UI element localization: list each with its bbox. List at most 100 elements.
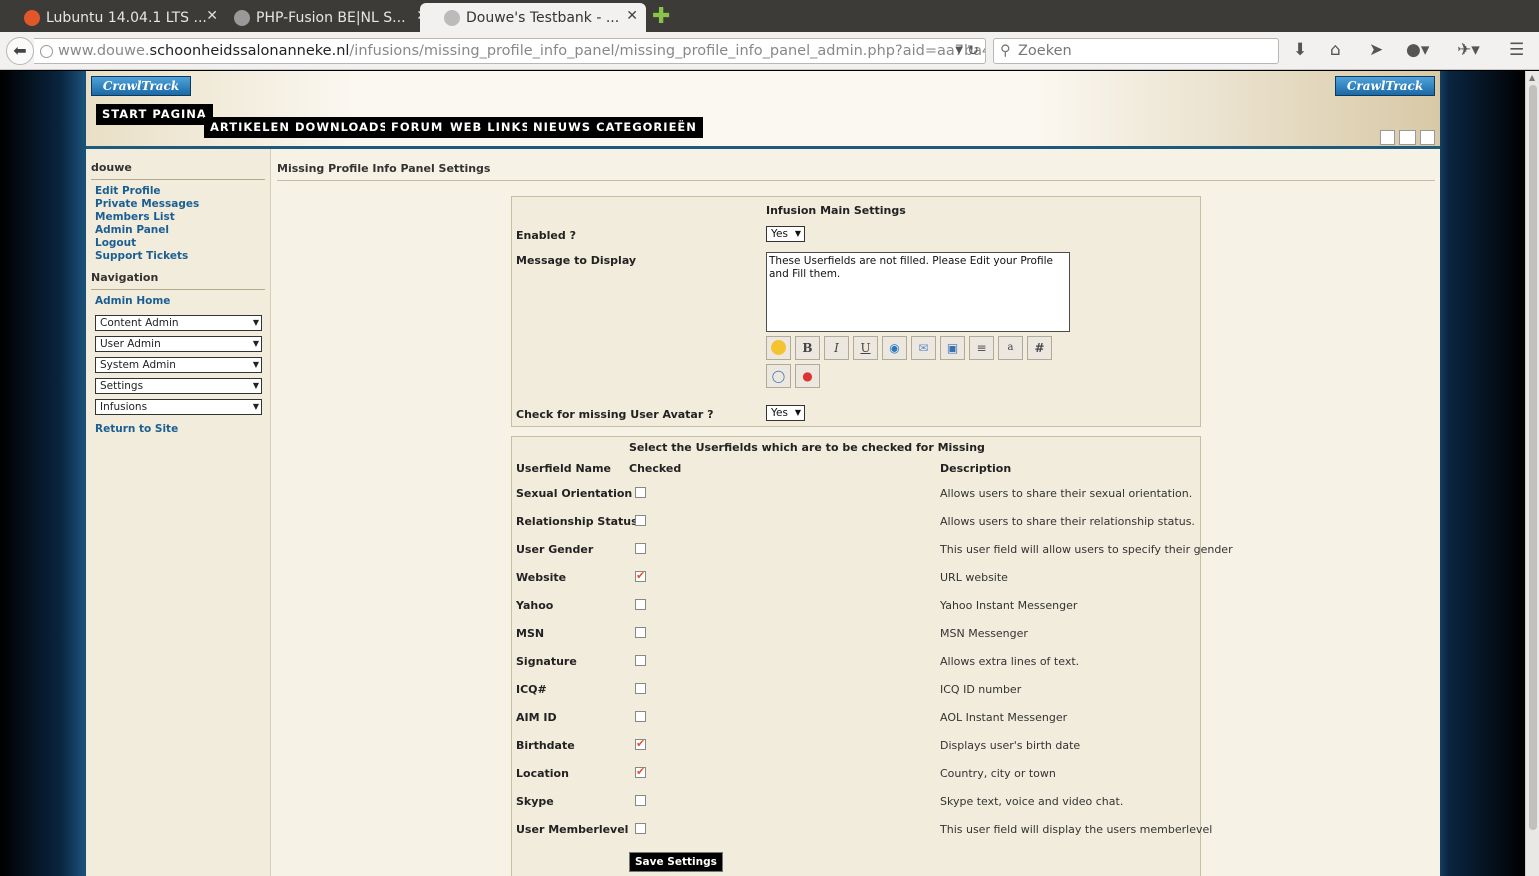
userfield-checkbox[interactable] bbox=[635, 655, 646, 666]
userfield-description: MSN Messenger bbox=[940, 627, 1028, 640]
userfield-description: This user field will allow users to spec… bbox=[940, 543, 1233, 556]
search-input[interactable]: ⚲ Zoeken bbox=[993, 38, 1279, 64]
edit-profile-link[interactable]: Edit Profile bbox=[95, 185, 161, 197]
italic-icon[interactable]: I bbox=[824, 336, 849, 360]
download-icon[interactable]: ⬇ bbox=[1293, 40, 1307, 60]
scroll-up-icon[interactable]: ▲ bbox=[1529, 73, 1535, 82]
color-icon[interactable]: ● bbox=[795, 364, 820, 388]
chevron-down-icon: ▼ bbox=[794, 229, 801, 238]
userfield-description: URL website bbox=[940, 571, 1008, 584]
layout-narrow-button[interactable] bbox=[1380, 130, 1395, 145]
logout-link[interactable]: Logout bbox=[95, 237, 136, 249]
userfield-description: This user field will display the users m… bbox=[940, 823, 1213, 836]
image-icon[interactable]: ▣ bbox=[940, 336, 965, 360]
save-settings-button[interactable]: Save Settings bbox=[629, 852, 723, 872]
tab-lubuntu[interactable]: Lubuntu 14.04.1 LTS ... ✕ bbox=[0, 3, 226, 32]
menu-start-pagina[interactable]: START PAGINA bbox=[96, 104, 213, 125]
userfield-name: Signature bbox=[516, 655, 577, 668]
admin-home-link[interactable]: Admin Home bbox=[95, 295, 170, 307]
tab-bar: Lubuntu 14.04.1 LTS ... ✕ PHP-Fusion BE|… bbox=[0, 0, 1539, 32]
userfields-box: Select the Userfields which are to be ch… bbox=[511, 436, 1233, 876]
page-title: Missing Profile Info Panel Settings bbox=[277, 162, 491, 175]
search-icon: ⚲ bbox=[1000, 43, 1011, 59]
home-icon[interactable]: ⌂ bbox=[1330, 40, 1341, 60]
userfield-description: Allows users to share their sexual orien… bbox=[940, 487, 1193, 500]
menu-artikelen[interactable]: ARTIKELEN bbox=[204, 117, 296, 138]
userfield-checkbox[interactable] bbox=[635, 487, 646, 498]
quote-icon[interactable]: ◯ bbox=[766, 364, 791, 388]
scrollbar-thumb[interactable] bbox=[1529, 85, 1537, 830]
return-to-site-link[interactable]: Return to Site bbox=[95, 423, 178, 435]
divider bbox=[277, 180, 1435, 181]
userfield-checkbox[interactable] bbox=[635, 823, 646, 834]
page-scrollbar[interactable]: ▲ bbox=[1525, 71, 1539, 876]
menu-web-links[interactable]: WEB LINKS bbox=[444, 117, 537, 138]
url-icon[interactable]: ◉ bbox=[882, 336, 907, 360]
user-admin-select[interactable]: User Admin ▼ bbox=[95, 336, 262, 352]
url-bar[interactable]: www.douwe.schoonheidssalonanneke.nl/infu… bbox=[34, 38, 986, 64]
userfield-checkbox[interactable] bbox=[635, 683, 646, 694]
site-header: CrawlTrack CrawlTrack START PAGINA ARTIK… bbox=[86, 71, 1440, 149]
back-icon[interactable]: ⬅ bbox=[6, 37, 34, 65]
userfield-description: ICQ ID number bbox=[940, 683, 1022, 696]
menu-downloads[interactable]: DOWNLOADS bbox=[289, 117, 395, 138]
userfield-name: MSN bbox=[516, 627, 545, 640]
col-checked: Checked bbox=[629, 462, 682, 475]
userfield-name: Sexual Orientation bbox=[516, 487, 633, 500]
left-sidebar: douwe Edit Profile Private Messages Memb… bbox=[86, 149, 271, 876]
userfield-checkbox[interactable] bbox=[635, 569, 646, 582]
userfield-checkbox[interactable] bbox=[635, 627, 646, 638]
settings-select[interactable]: Settings ▼ bbox=[95, 378, 262, 394]
admin-panel-link[interactable]: Admin Panel bbox=[95, 224, 169, 236]
message-textarea[interactable]: These Userfields are not filled. Please … bbox=[766, 252, 1070, 332]
settings-heading: Infusion Main Settings bbox=[766, 204, 906, 217]
layout-wide-button[interactable] bbox=[1399, 130, 1416, 145]
tab-phpfusion[interactable]: PHP-Fusion BE|NL S... ✕ bbox=[210, 3, 436, 32]
close-tab-icon[interactable]: ✕ bbox=[626, 8, 638, 24]
underline-icon[interactable]: U bbox=[853, 336, 878, 360]
members-list-link[interactable]: Members List bbox=[95, 211, 175, 223]
system-admin-select[interactable]: System Admin ▼ bbox=[95, 357, 262, 373]
site-favicon-icon bbox=[444, 10, 460, 26]
userfield-name: User Memberlevel bbox=[516, 823, 629, 836]
new-tab-icon[interactable]: ✚ bbox=[652, 4, 670, 29]
url-dropdown-icon[interactable]: ▼ bbox=[955, 39, 963, 63]
align-icon[interactable]: ≡ bbox=[969, 336, 994, 360]
userfield-checkbox[interactable] bbox=[635, 543, 646, 554]
content-admin-select[interactable]: Content Admin ▼ bbox=[95, 315, 262, 331]
layout-full-button[interactable] bbox=[1420, 130, 1435, 145]
bold-icon[interactable]: B bbox=[795, 336, 820, 360]
userfield-checkbox[interactable] bbox=[635, 599, 646, 610]
chevron-down-icon: ▼ bbox=[252, 339, 259, 348]
send-icon[interactable]: ➤ bbox=[1369, 40, 1383, 60]
userfield-name: Skype bbox=[516, 795, 554, 808]
code-icon[interactable]: # bbox=[1027, 336, 1052, 360]
private-messages-link[interactable]: Private Messages bbox=[95, 198, 199, 210]
userfield-checkbox[interactable] bbox=[635, 515, 646, 526]
enabled-select[interactable]: Yes ▼ bbox=[766, 226, 805, 242]
userfield-description: Skype text, voice and video chat. bbox=[940, 795, 1124, 808]
reload-icon[interactable]: ↻ bbox=[967, 39, 979, 63]
site-logo[interactable]: CrawlTrack bbox=[91, 76, 191, 96]
support-tickets-link[interactable]: Support Tickets bbox=[95, 250, 188, 262]
extension-icon[interactable]: ✈▾ bbox=[1457, 40, 1480, 60]
tab-douwe-testbank[interactable]: Douwe's Testbank - ... ✕ bbox=[420, 3, 646, 32]
userfield-checkbox[interactable] bbox=[635, 737, 646, 750]
small-icon[interactable]: a bbox=[998, 336, 1023, 360]
col-description: Description bbox=[940, 462, 1012, 475]
divider bbox=[91, 289, 265, 290]
userfield-checkbox[interactable] bbox=[635, 711, 646, 722]
userfield-checkbox[interactable] bbox=[635, 765, 646, 778]
site-logo-right[interactable]: CrawlTrack bbox=[1335, 76, 1435, 96]
chevron-down-icon: ▼ bbox=[252, 360, 259, 369]
menu-forum[interactable]: FORUM bbox=[385, 117, 450, 138]
infusions-select[interactable]: Infusions ▼ bbox=[95, 399, 262, 415]
userfield-checkbox[interactable] bbox=[635, 795, 646, 806]
adblock-icon[interactable]: ●▾ bbox=[1406, 40, 1429, 60]
avatar-check-select[interactable]: Yes ▼ bbox=[766, 405, 805, 421]
mail-icon[interactable]: ✉ bbox=[911, 336, 936, 360]
menu-icon[interactable]: ☰ bbox=[1509, 40, 1524, 60]
main-content: Missing Profile Info Panel Settings Infu… bbox=[272, 149, 1440, 876]
smiley-icon[interactable] bbox=[766, 336, 791, 360]
menu-nieuws-categorieen[interactable]: NIEUWS CATEGORIEËN bbox=[527, 117, 703, 138]
